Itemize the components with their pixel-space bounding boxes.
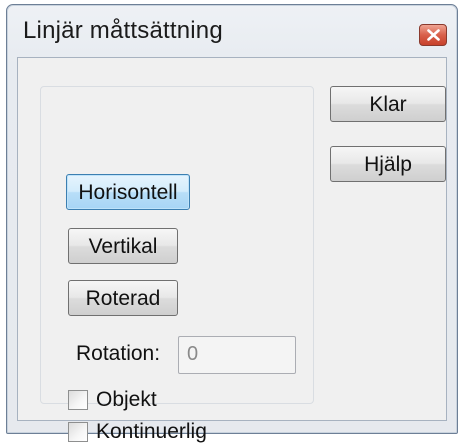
kontinuerlig-checkbox[interactable] [68, 422, 88, 442]
rotation-input[interactable]: 0 [178, 336, 296, 374]
klar-button[interactable]: Klar [330, 86, 446, 122]
vertikal-button[interactable]: Vertikal [68, 228, 178, 264]
hjalp-button[interactable]: Hjälp [330, 146, 446, 182]
close-icon [427, 29, 440, 41]
rotation-label: Rotation: [76, 342, 161, 365]
window-title: Linjär måttsättning [23, 17, 223, 44]
objekt-checkbox[interactable] [68, 390, 88, 410]
dialog-window: Linjär måttsättning Horisontell Vertikal… [6, 4, 458, 443]
kontinuerlig-label: Kontinuerlig [96, 420, 207, 443]
dialog-client-area: Horisontell Vertikal Roterad Rotation: 0… [17, 57, 447, 443]
close-button[interactable] [419, 24, 447, 46]
objekt-label: Objekt [96, 388, 157, 411]
roterad-button[interactable]: Roterad [68, 280, 178, 316]
title-bar[interactable]: Linjär måttsättning [7, 5, 457, 59]
horisontell-button[interactable]: Horisontell [66, 174, 190, 210]
